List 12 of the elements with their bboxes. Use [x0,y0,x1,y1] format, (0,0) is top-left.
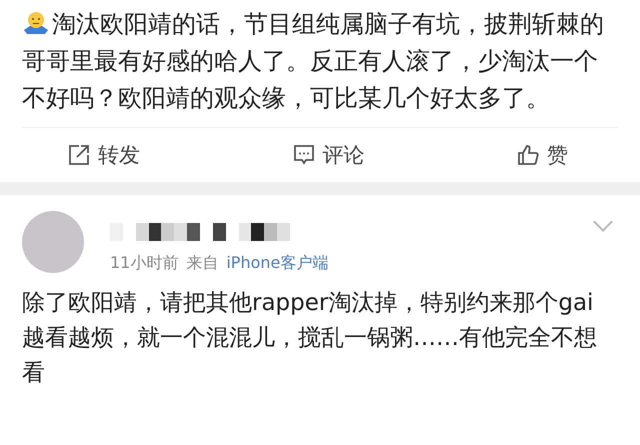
source-label: 来自 [186,253,218,274]
share-icon [68,144,90,166]
comment-icon [292,144,314,166]
comment-time: 11小时前 [110,253,178,274]
post-text: 淘汰欧阳靖的话，节目组纯属脑子有坑，披荆斩棘的哥哥里最有好感的哈人了。反正有人滚了，少淘汰一个不好吗？欧阳靖的观众缘，可比某几个好太多了。 [22,9,605,114]
action-button[interactable]: 评论 [292,140,364,170]
thumbs-up-icon [517,144,539,166]
action-button[interactable]: 转发 [68,140,140,170]
source-link[interactable]: iPhone客户端 [226,253,328,274]
action-button[interactable]: 赞 [517,140,568,170]
comment-text: 除了欧阳靖，请把其他rapper淘汰掉，特别约来那个gai越看越烦，就一个混混儿，搅乱一锅粥……有他完全不想看 [22,289,598,388]
emoji-icon [22,10,50,36]
